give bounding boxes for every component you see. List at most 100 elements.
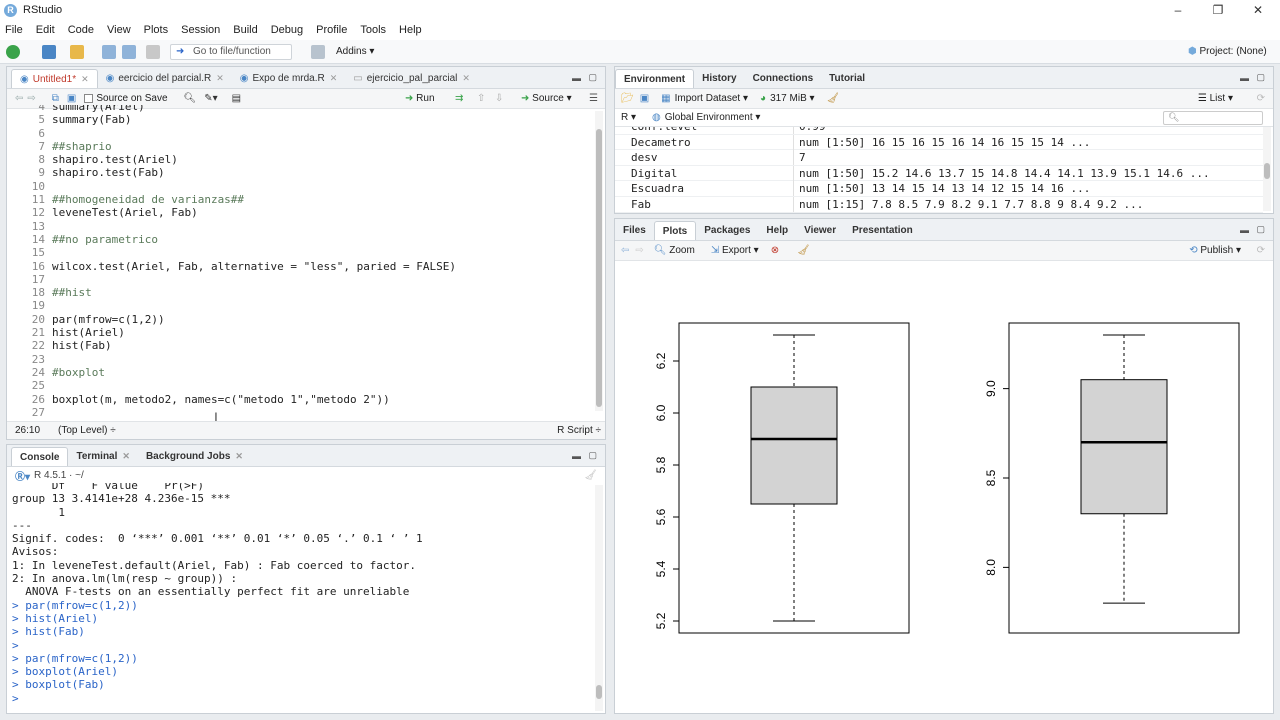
back-arrow-icon[interactable]: ⇦ (15, 93, 23, 104)
tab-packages[interactable]: Packages (696, 221, 758, 240)
file-type-selector[interactable]: R Script ÷ (557, 425, 601, 436)
menu-help[interactable]: Help (399, 24, 422, 36)
menu-file[interactable]: File (5, 24, 23, 36)
code-editor[interactable]: 4 summary(Ariel) 5 summary(Fab) 6 7 ##shaprio 8… (7, 105, 595, 421)
env-row[interactable]: Digital num [1:50] 15.2 14.6 13.7 15 14.8… (615, 165, 1263, 182)
maximize-pane-icon[interactable]: ▢ (1256, 72, 1265, 83)
menu-code[interactable]: Code (68, 24, 94, 36)
memory-usage-menu[interactable]: 317 MiB ▾ (770, 93, 815, 104)
close-tab-icon[interactable]: ✕ (330, 73, 338, 84)
menu-edit[interactable]: Edit (36, 24, 55, 36)
maximize-pane-icon[interactable]: ▢ (588, 72, 597, 83)
view-mode-menu[interactable]: ☰ List ▾ (1198, 93, 1233, 104)
minimize-pane-icon[interactable]: ▬ (572, 73, 581, 83)
load-workspace-icon[interactable]: 📂︎ (621, 93, 634, 104)
language-select[interactable]: R ▾ (621, 112, 636, 123)
close-window-icon[interactable]: ✕ (1250, 2, 1266, 18)
refresh-env-icon[interactable]: ⟳ (1257, 93, 1265, 104)
next-plot-icon[interactable]: ⇨ (635, 245, 643, 256)
menu-debug[interactable]: Debug (271, 24, 303, 36)
env-row[interactable]: desv 7 (615, 150, 1263, 166)
tab-history[interactable]: History (694, 69, 744, 88)
tab-plots[interactable]: Plots (653, 221, 697, 240)
minimize-pane-icon[interactable]: ▬ (1240, 73, 1249, 83)
close-tab-icon[interactable]: ✕ (462, 73, 470, 84)
env-row[interactable]: Fab num [1:15] 7.8 8.5 7.9 8.2 9.1 7.7 8.… (615, 196, 1263, 213)
clear-plots-icon[interactable]: 🧹︎ (797, 245, 810, 256)
tab-presentation[interactable]: Presentation (844, 221, 921, 240)
run-button[interactable]: ➜ Run (405, 93, 435, 104)
tab-help[interactable]: Help (758, 221, 796, 240)
import-dataset-menu[interactable]: Import Dataset ▾ (675, 93, 748, 104)
maximize-pane-icon[interactable]: ▢ (1256, 224, 1265, 235)
addins-menu[interactable]: Addins ▾ (336, 46, 374, 57)
scope-indicator[interactable]: (Top Level) ÷ (58, 425, 116, 436)
editor-save-icon[interactable]: ▣ (67, 93, 76, 104)
minimize-icon[interactable]: – (1170, 2, 1186, 18)
tab-environment[interactable]: Environment (615, 69, 695, 88)
console-scroll-thumb[interactable] (596, 685, 602, 699)
code-tools-icon[interactable]: ✎▾ (204, 93, 217, 104)
menu-view[interactable]: View (107, 24, 131, 36)
tab-terminal[interactable]: Terminal ✕ (68, 447, 137, 466)
new-project-icon[interactable] (42, 44, 56, 59)
print-icon[interactable] (146, 44, 160, 59)
tab-background-jobs[interactable]: Background Jobs ✕ (138, 447, 251, 466)
menu-profile[interactable]: Profile (316, 24, 347, 36)
workspace-panes-icon[interactable] (311, 45, 325, 59)
env-search-input[interactable]: 🔍︎ (1163, 111, 1263, 125)
console-output[interactable]: Df F value Pr(>F) group 13 3.4141e+28 4.2… (12, 483, 592, 711)
tab-connections[interactable]: Connections (745, 69, 822, 88)
go-to-file-input[interactable]: ➜ Go to file/function (170, 44, 292, 60)
source-button[interactable]: ➜ Source ▾ (521, 93, 572, 104)
tab-viewer[interactable]: Viewer (796, 221, 844, 240)
env-row[interactable]: Escuadra num [1:50] 13 14 15 14 13 14 12 … (615, 181, 1263, 197)
compile-report-icon[interactable]: ▤ (232, 93, 241, 104)
global-env-select[interactable]: Global Environment ▾ (665, 112, 761, 123)
menu-tools[interactable]: Tools (360, 24, 386, 36)
menu-build[interactable]: Build (233, 24, 257, 36)
save-icon[interactable] (102, 44, 116, 59)
tab-files[interactable]: Files (615, 221, 654, 240)
go-down-icon[interactable]: ⇩ (495, 93, 503, 104)
env-scroll-thumb[interactable] (1264, 163, 1270, 179)
tab-tutorial[interactable]: Tutorial (821, 69, 873, 88)
save-all-icon[interactable] (122, 44, 136, 59)
maximize-pane-icon[interactable]: ▢ (588, 450, 597, 461)
close-tab-icon[interactable]: ✕ (81, 74, 89, 85)
outline-icon[interactable]: ☰ (589, 93, 598, 104)
forward-arrow-icon[interactable]: ⇨ (27, 93, 35, 104)
tab-expo-de-mrda[interactable]: ◉ Expo de mrda.R ✕ (232, 69, 346, 88)
minimize-pane-icon[interactable]: ▬ (1240, 225, 1249, 235)
clear-console-icon[interactable]: 🧹︎ (584, 470, 597, 481)
close-tab-icon[interactable]: ✕ (216, 73, 224, 84)
refresh-plot-icon[interactable]: ⟳ (1257, 245, 1265, 256)
env-row[interactable]: conf.level 0.99 (615, 127, 1263, 135)
zoom-button[interactable]: 🔍︎ Zoom (654, 245, 695, 256)
console-scrollbar[interactable] (595, 485, 603, 711)
source-on-save-checkbox[interactable] (84, 94, 94, 103)
menu-session[interactable]: Session (181, 24, 220, 36)
close-tab-icon[interactable]: ✕ (235, 451, 243, 462)
tab-untitled1[interactable]: ◉ Untitled1* ✕ (11, 69, 98, 88)
publish-menu[interactable]: ⟲ Publish ▾ (1189, 245, 1241, 256)
menu-plots[interactable]: Plots (144, 24, 168, 36)
close-tab-icon[interactable]: ✕ (122, 451, 130, 462)
previous-plot-icon[interactable]: ⇦ (621, 245, 629, 256)
remove-plot-icon[interactable]: ⊗ (771, 245, 779, 256)
go-up-icon[interactable]: ⇧ (477, 93, 485, 104)
tab-eercicio-del-parcial[interactable]: ◉ eercicio del parcial.R ✕ (98, 69, 232, 88)
find-icon[interactable]: 🔍︎ (184, 93, 197, 104)
tab-ejercicio-pal-parcial[interactable]: ▭ ejercicio_pal_parcial ✕ (345, 69, 478, 88)
clear-env-icon[interactable]: 🧹︎ (827, 93, 840, 104)
editor-scroll-thumb[interactable] (596, 129, 602, 407)
open-file-icon[interactable] (70, 44, 84, 59)
new-file-icon[interactable] (6, 44, 20, 59)
tab-console[interactable]: Console (11, 447, 69, 466)
rerun-icon[interactable]: ⇉ (455, 93, 463, 104)
minimize-pane-icon[interactable]: ▬ (572, 451, 581, 461)
export-menu[interactable]: ⇲ Export ▾ (711, 245, 759, 256)
env-row[interactable]: Decametro num [1:50] 16 15 16 15 16 14 16… (615, 134, 1263, 151)
show-in-window-icon[interactable]: ⧉ (52, 93, 59, 104)
save-workspace-icon[interactable]: ▣ (640, 93, 649, 104)
